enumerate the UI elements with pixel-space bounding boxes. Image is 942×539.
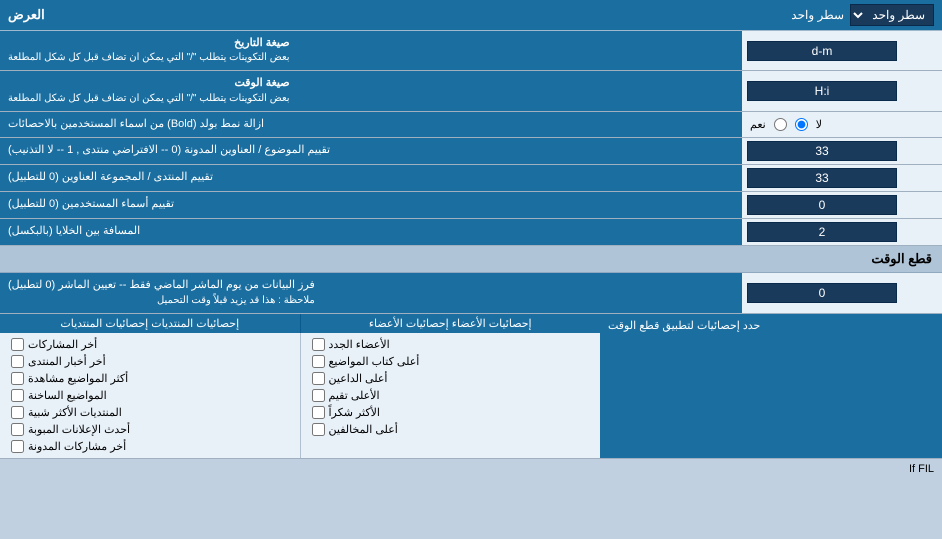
date-format-label-line1: صيغة التاريخ (8, 36, 290, 51)
cb-last-posts[interactable] (11, 338, 24, 351)
users-limit-label: تقييم أسماء المستخدمين (0 للتطبيل) (8, 197, 174, 212)
cell-spacing-label: المسافة بين الخلايا (بالبكسل) (8, 224, 140, 239)
cb-hot-topics[interactable] (11, 389, 24, 402)
cb-blog-posts[interactable] (11, 440, 24, 453)
checkbox-col-left-header: إحصائيات الأعضاء إحصائيات الأعضاء (300, 314, 601, 333)
cb-most-viewed[interactable] (11, 372, 24, 385)
time-format-label-line1: صيغة الوقت (8, 76, 290, 91)
cutoff-days-input[interactable] (747, 283, 897, 303)
checkboxes-members-col: الأعضاء الجدد أعلى كتاب المواضيع أعلى ال… (300, 333, 601, 458)
cb-latest-ads[interactable] (11, 423, 24, 436)
date-format-input[interactable] (747, 41, 897, 61)
bold-no-label: لا (816, 118, 822, 131)
forum-group-input[interactable] (747, 168, 897, 188)
cb-new-members[interactable] (312, 338, 325, 351)
cb-popular-forums[interactable] (11, 406, 24, 419)
bold-no-radio[interactable] (795, 118, 808, 131)
cb-top-rated[interactable] (312, 389, 325, 402)
bottom-text: If FIL (0, 459, 942, 479)
forum-order-input[interactable] (747, 141, 897, 161)
cell-spacing-input[interactable] (747, 222, 897, 242)
cutoff-days-label-line2: ملاحظة : هذا قد يزيد قبلاً وقت التحميل (8, 294, 315, 308)
forum-group-label: تقييم المنتدى / المجموعة العناوين (0 للت… (8, 170, 213, 185)
section-title: العرض (8, 7, 45, 23)
checkboxes-forums-col: أخر المشاركات أخر أخبار المنتدى أكثر الم… (0, 333, 300, 458)
users-limit-input[interactable] (747, 195, 897, 215)
display-dropdown[interactable]: سطر واحد سطرين ثلاثة أسطر (850, 4, 934, 26)
time-format-input[interactable] (747, 81, 897, 101)
time-format-label-line2: بعض التكوينات يتطلب "/" التي يمكن ان تضا… (8, 92, 290, 106)
dropdown-label: سطر واحد (791, 8, 844, 22)
bold-yes-label: نعم (750, 118, 766, 131)
checkbox-col-mid-header: إحصائيات المنتديات إحصائيات المنتديات (0, 314, 300, 333)
cb-top-violators[interactable] (312, 423, 325, 436)
bold-remove-label: ازالة نمط بولد (Bold) من اسماء المستخدمي… (8, 117, 264, 132)
date-format-label-line2: بعض التكوينات يتطلب "/" التي يمكن ان تضا… (8, 51, 290, 65)
limit-stats-label: حدد إحصائيات لتطبيق قطع الوقت (608, 319, 760, 332)
forum-order-label: تقييم الموضوع / العناوين المدونة (0 -- ا… (8, 143, 330, 158)
cb-top-posters[interactable] (312, 355, 325, 368)
section-cutoff-header: قطع الوقت (0, 246, 942, 273)
cb-last-news[interactable] (11, 355, 24, 368)
bold-yes-radio[interactable] (774, 118, 787, 131)
cutoff-days-label-line1: فرز البيانات من يوم الماشر الماضي فقط --… (8, 278, 315, 293)
cb-most-thanked[interactable] (312, 406, 325, 419)
cb-top-inviters[interactable] (312, 372, 325, 385)
